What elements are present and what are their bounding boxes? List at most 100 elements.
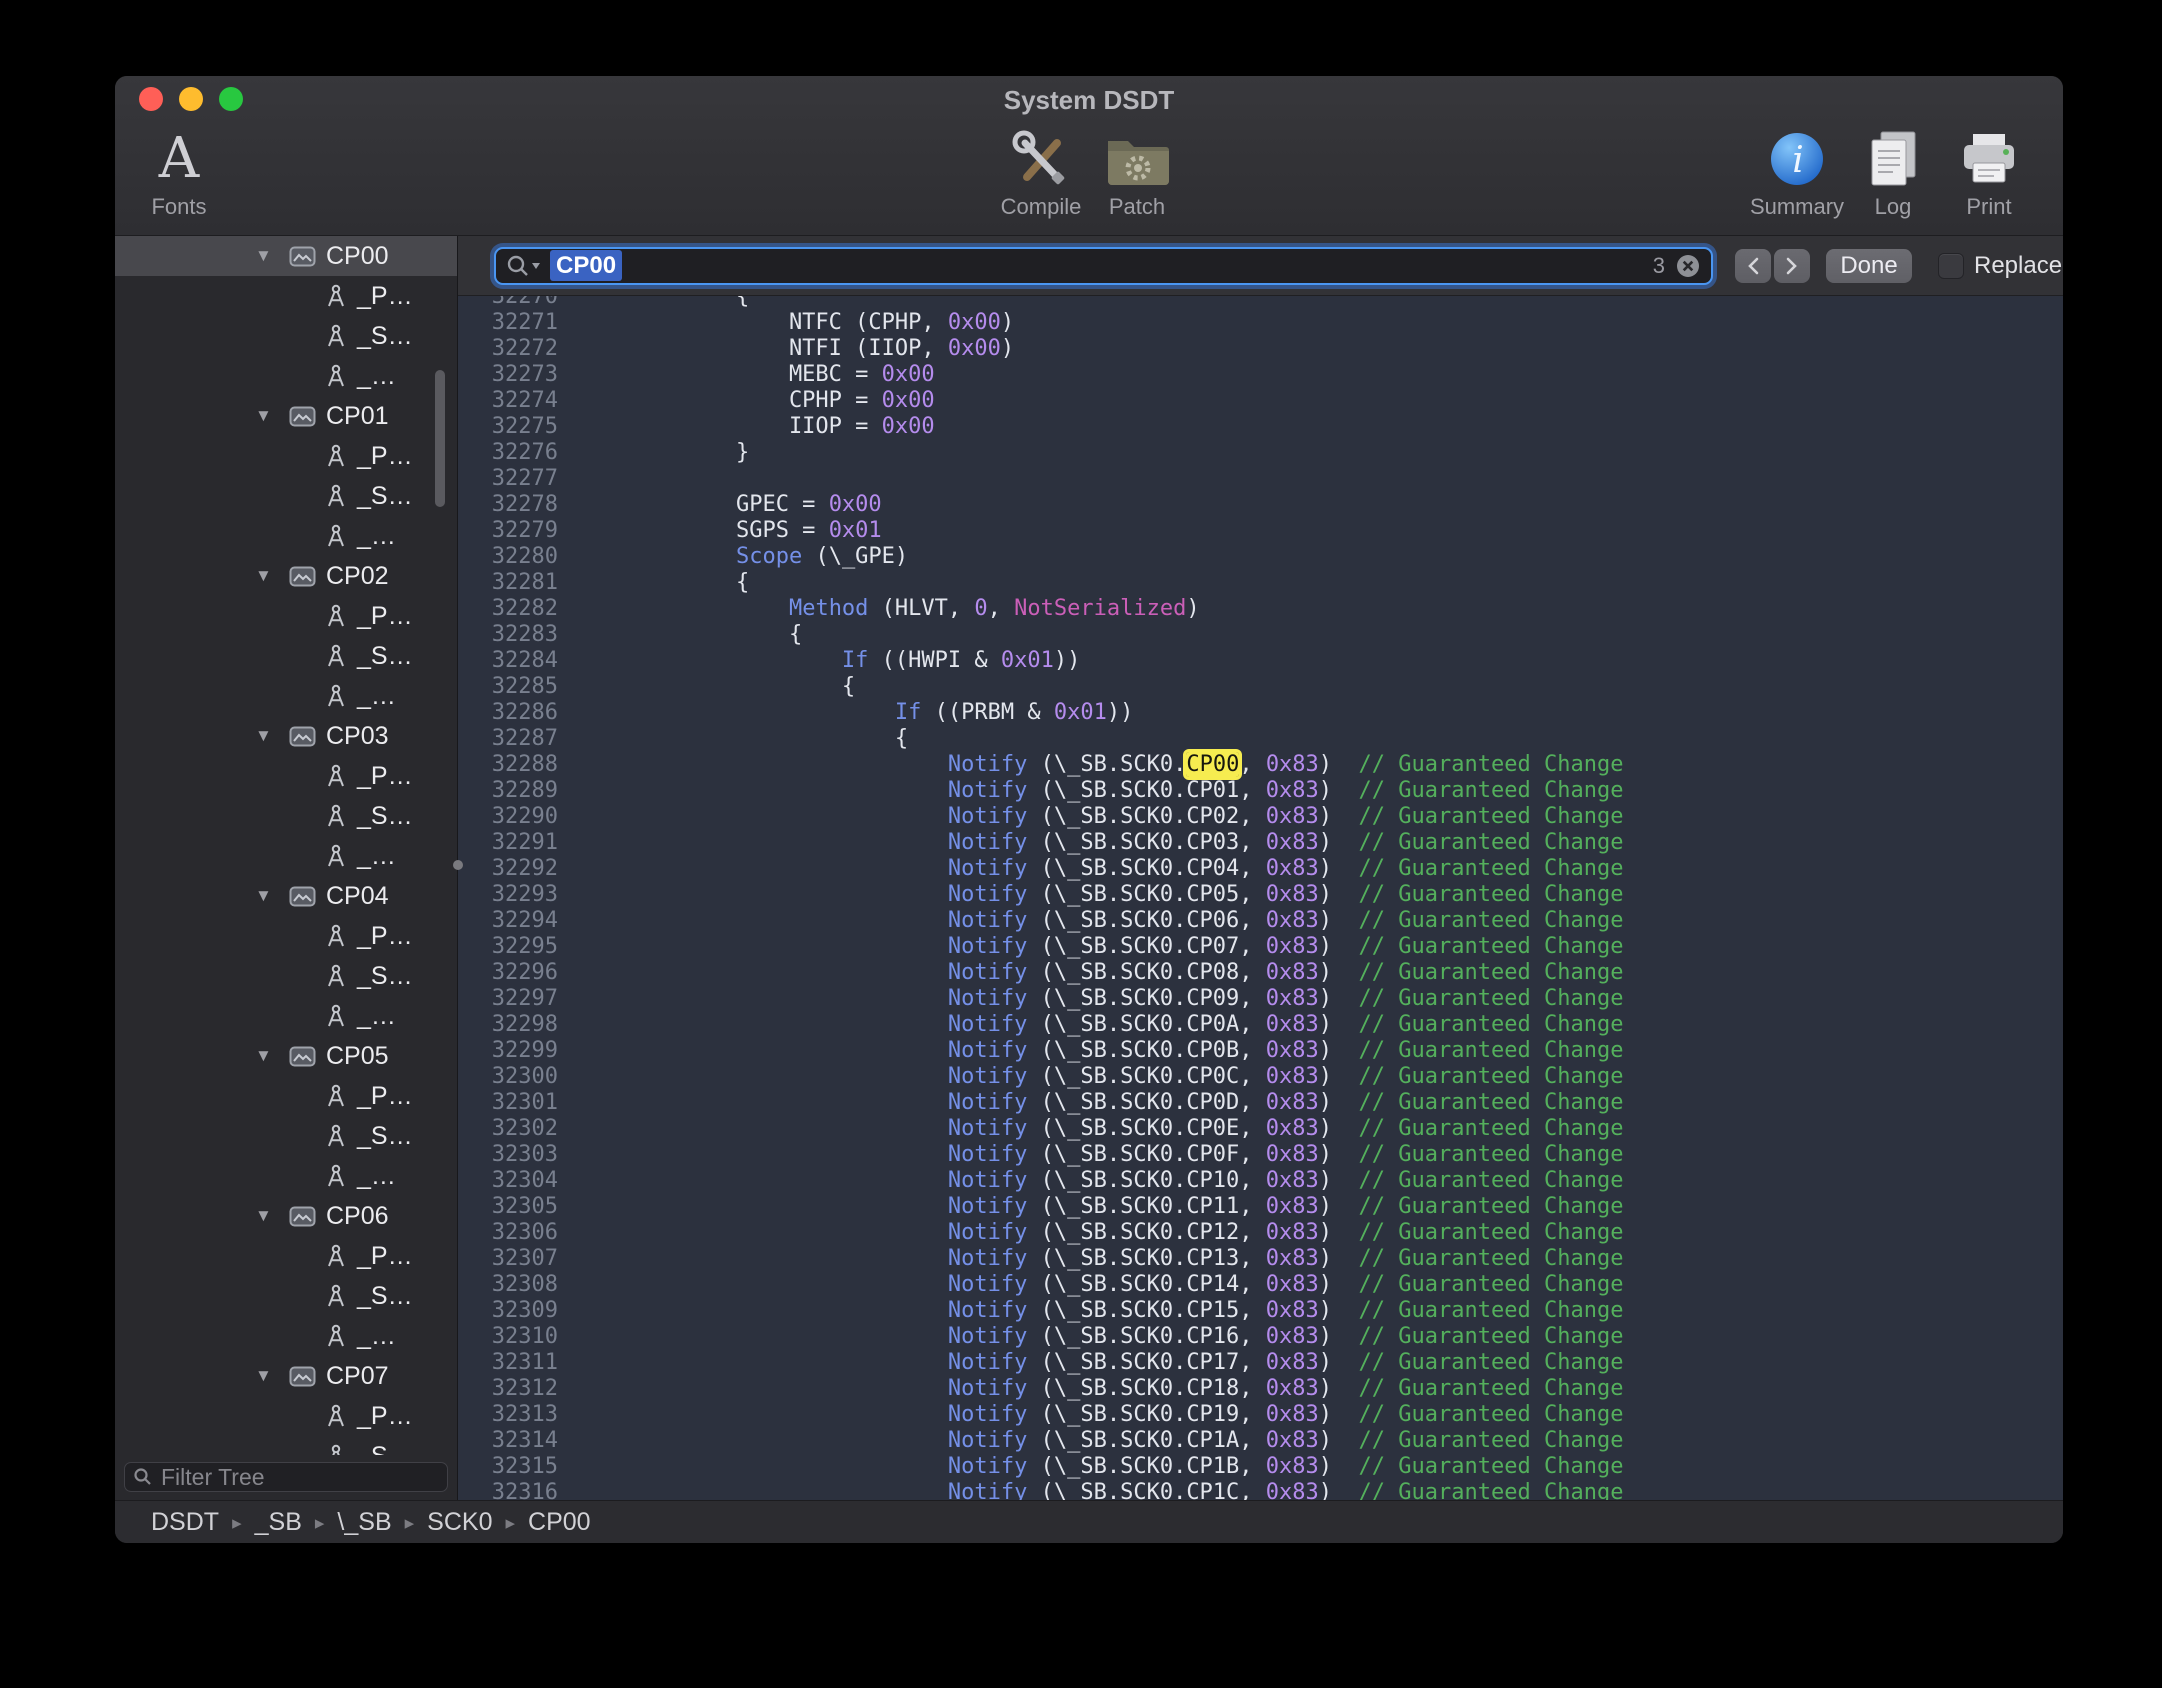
- code-text: Method (HLVT, 0, NotSerialized): [558, 596, 1200, 622]
- breadcrumb-item[interactable]: SCK0: [427, 1508, 492, 1536]
- find-input[interactable]: CP00 3: [494, 247, 1713, 285]
- disclosure-triangle-icon[interactable]: ▼: [255, 886, 289, 906]
- breadcrumb-item[interactable]: CP00: [528, 1508, 591, 1536]
- tree-child-item[interactable]: _P…: [115, 276, 457, 316]
- line-number: 32306: [458, 1220, 558, 1246]
- code-text: Notify (\_SB.SCK0.CP1A, 0x83) // Guarant…: [558, 1428, 1623, 1454]
- tree-child-item[interactable]: _P…: [115, 596, 457, 636]
- tree-child-item[interactable]: _S…: [115, 956, 457, 996]
- sidebar-tree: ▼CP00_P…_S…_…▼CP01_P…_S…_…▼CP02_P…_S…_…▼…: [115, 236, 457, 1455]
- zoom-button[interactable]: [219, 87, 243, 111]
- tree-child-item[interactable]: _S…: [115, 636, 457, 676]
- breadcrumb-separator-icon: ▸: [405, 1513, 415, 1534]
- disclosure-triangle-icon[interactable]: ▼: [255, 1046, 289, 1066]
- breadcrumb: DSDT▸_SB▸\_SB▸SCK0▸CP00: [151, 1508, 591, 1537]
- print-label: Print: [1966, 194, 2011, 220]
- find-previous-button[interactable]: [1735, 249, 1771, 283]
- summary-button[interactable]: i Summary: [1749, 126, 1845, 220]
- tree-child-item[interactable]: _…: [115, 836, 457, 876]
- line-number: 32276: [458, 440, 558, 466]
- tree-child-item[interactable]: _…: [115, 996, 457, 1036]
- match-count: 3: [1653, 253, 1665, 279]
- line-number: 32283: [458, 622, 558, 648]
- tree-child-item[interactable]: _S…: [115, 1116, 457, 1156]
- fonts-icon: A: [159, 126, 199, 192]
- tree-item-label: CP07: [326, 1362, 389, 1391]
- splitter-handle[interactable]: [453, 860, 463, 870]
- line-number: 32297: [458, 986, 558, 1012]
- line-number: 32271: [458, 310, 558, 336]
- method-icon: [325, 284, 347, 309]
- tree-child-item[interactable]: _P…: [115, 916, 457, 956]
- tree-item-label: _P…: [357, 762, 413, 791]
- close-button[interactable]: [139, 87, 163, 111]
- tree-item-label: _…: [357, 682, 396, 711]
- tree-item-cp00[interactable]: ▼CP00: [115, 236, 457, 276]
- tree-child-item[interactable]: _P…: [115, 1396, 457, 1436]
- replace-checkbox[interactable]: [1938, 253, 1964, 279]
- disclosure-triangle-icon[interactable]: ▼: [255, 566, 289, 586]
- disclosure-triangle-icon[interactable]: ▼: [255, 246, 289, 266]
- tree-child-item[interactable]: _…: [115, 1156, 457, 1196]
- tree-child-item[interactable]: _S…: [115, 1436, 457, 1455]
- breadcrumb-item[interactable]: DSDT: [151, 1508, 219, 1536]
- tree-item-cp02[interactable]: ▼CP02: [115, 556, 457, 596]
- tree-child-item[interactable]: _…: [115, 1316, 457, 1356]
- code-line: 32279 SGPS = 0x01: [458, 518, 2063, 544]
- print-button[interactable]: Print: [1941, 126, 2037, 220]
- code-line: 32312 Notify (\_SB.SCK0.CP18, 0x83) // G…: [458, 1376, 2063, 1402]
- log-button[interactable]: Log: [1845, 126, 1941, 220]
- code-editor[interactable]: 32270 {32271 NTFC (CPHP, 0x00)32272 NTFI…: [458, 296, 2063, 1500]
- replace-label: Replace: [1974, 252, 2062, 280]
- method-icon: [325, 764, 347, 789]
- code-text: Notify (\_SB.SCK0.CP00, 0x83) // Guarant…: [558, 752, 1623, 778]
- find-query-selected-text: CP00: [550, 250, 622, 281]
- sidebar-scrollbar[interactable]: [435, 370, 445, 507]
- titlebar[interactable]: System DSDT: [115, 76, 2063, 120]
- minimize-button[interactable]: [179, 87, 203, 111]
- tree-item-cp06[interactable]: ▼CP06: [115, 1196, 457, 1236]
- tree-child-item[interactable]: _S…: [115, 1276, 457, 1316]
- tree-item-label: _S…: [357, 482, 413, 511]
- disclosure-triangle-icon[interactable]: ▼: [255, 1366, 289, 1386]
- code-line: 32286 If ((PRBM & 0x01)): [458, 700, 2063, 726]
- tree-child-item[interactable]: _S…: [115, 796, 457, 836]
- disclosure-triangle-icon[interactable]: ▼: [255, 1206, 289, 1226]
- tree-child-item[interactable]: _P…: [115, 436, 457, 476]
- patch-button[interactable]: Patch: [1089, 126, 1185, 220]
- tree-item-cp01[interactable]: ▼CP01: [115, 396, 457, 436]
- tree-child-item[interactable]: _…: [115, 356, 457, 396]
- done-button[interactable]: Done: [1826, 249, 1912, 283]
- code-line: 32310 Notify (\_SB.SCK0.CP16, 0x83) // G…: [458, 1324, 2063, 1350]
- code-line: 32290 Notify (\_SB.SCK0.CP02, 0x83) // G…: [458, 804, 2063, 830]
- tree-child-item[interactable]: _…: [115, 516, 457, 556]
- tree-child-item[interactable]: _S…: [115, 316, 457, 356]
- tree-child-item[interactable]: _P…: [115, 1236, 457, 1276]
- disclosure-triangle-icon[interactable]: ▼: [255, 406, 289, 426]
- tree-child-item[interactable]: _P…: [115, 1076, 457, 1116]
- disclosure-triangle-icon[interactable]: ▼: [255, 726, 289, 746]
- method-icon: [325, 1404, 347, 1429]
- compile-button[interactable]: Compile: [993, 126, 1089, 220]
- scope-icon: [289, 726, 316, 747]
- method-icon: [325, 1244, 347, 1269]
- filter-tree-input[interactable]: Filter Tree: [124, 1462, 448, 1492]
- tree-child-item[interactable]: _P…: [115, 756, 457, 796]
- find-next-button[interactable]: [1774, 249, 1810, 283]
- clear-search-button[interactable]: [1675, 253, 1701, 279]
- tree-item-cp04[interactable]: ▼CP04: [115, 876, 457, 916]
- tree-item-label: _S…: [357, 642, 413, 671]
- fonts-button[interactable]: A Fonts: [131, 126, 227, 220]
- code-line: 32295 Notify (\_SB.SCK0.CP07, 0x83) // G…: [458, 934, 2063, 960]
- tree-item-cp07[interactable]: ▼ CP07: [115, 1356, 457, 1396]
- tree-item-cp03[interactable]: ▼CP03: [115, 716, 457, 756]
- search-menu-icon[interactable]: [506, 254, 542, 278]
- breadcrumb-item[interactable]: \_SB: [337, 1508, 391, 1536]
- tree-item-cp05[interactable]: ▼CP05: [115, 1036, 457, 1076]
- tree-child-item[interactable]: _S…: [115, 476, 457, 516]
- code-line: 32300 Notify (\_SB.SCK0.CP0C, 0x83) // G…: [458, 1064, 2063, 1090]
- breadcrumb-item[interactable]: _SB: [255, 1508, 302, 1536]
- tree-child-item[interactable]: _…: [115, 676, 457, 716]
- code-line: 32273 MEBC = 0x00: [458, 362, 2063, 388]
- code-text: {: [558, 296, 749, 310]
